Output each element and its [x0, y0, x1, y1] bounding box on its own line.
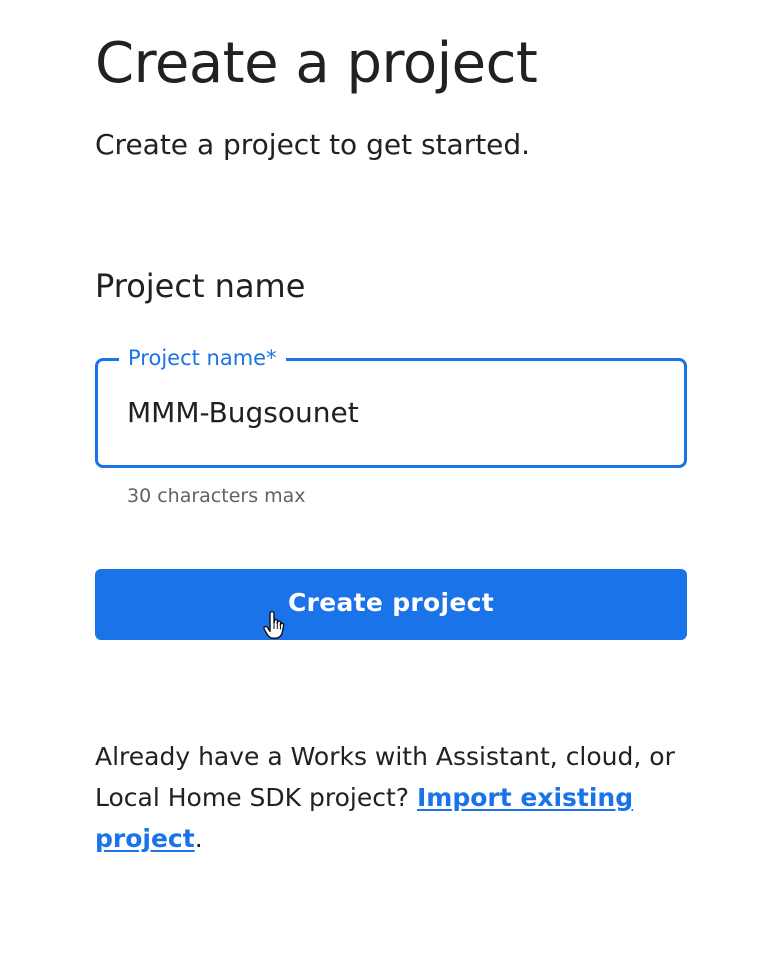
- create-project-button-label: Create project: [287, 588, 494, 617]
- import-existing-period: .: [194, 824, 203, 853]
- hand-pointer-cursor-icon: [263, 611, 285, 639]
- page-title: Create a project: [95, 31, 538, 96]
- project-name-field[interactable]: Project name*: [95, 344, 687, 468]
- project-name-helper-text: 30 characters max: [127, 485, 306, 507]
- project-name-label: Project name*: [119, 344, 286, 372]
- page-subtitle: Create a project to get started.: [95, 128, 531, 161]
- create-project-button[interactable]: Create project: [95, 569, 687, 640]
- import-existing-paragraph: Already have a Works with Assistant, clo…: [95, 736, 695, 859]
- project-name-input[interactable]: [127, 393, 657, 433]
- section-heading-project-name: Project name: [95, 267, 306, 305]
